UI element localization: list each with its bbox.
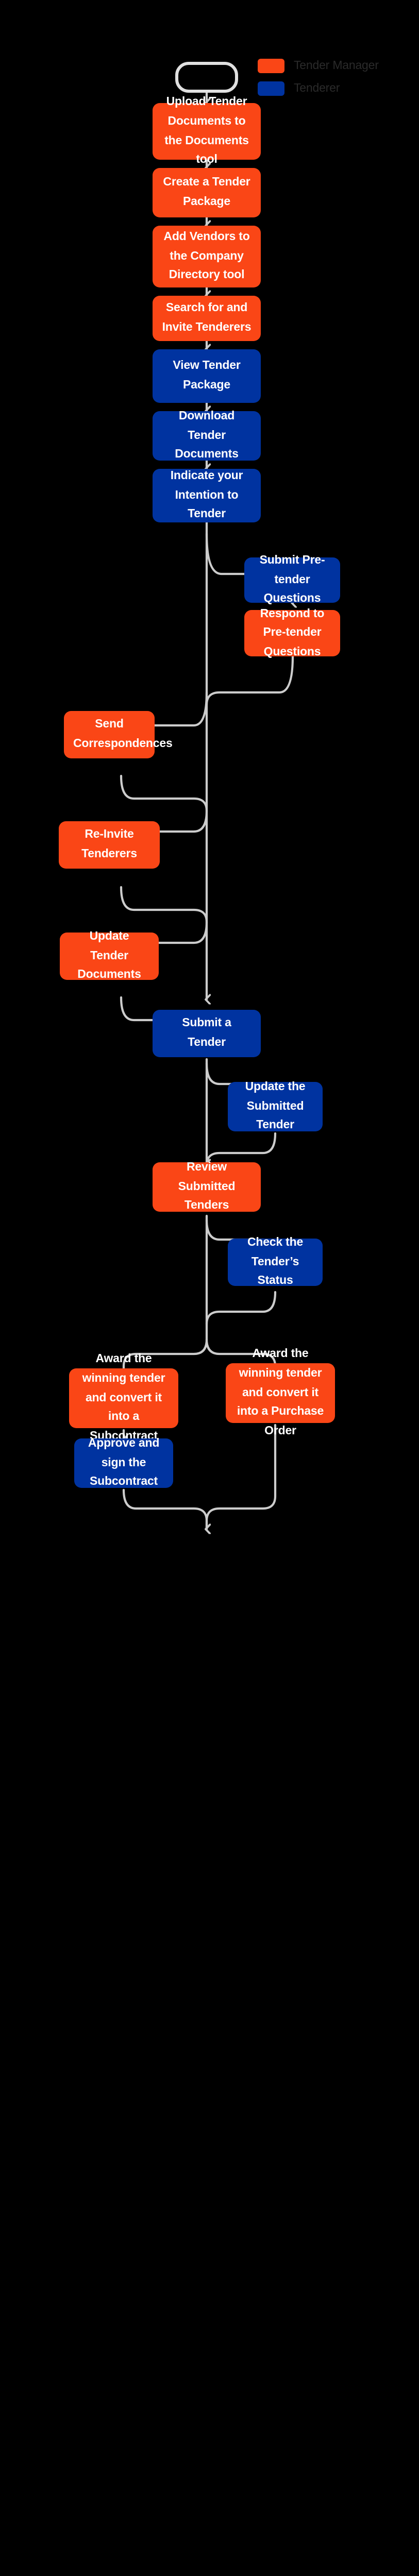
- node-create-tender-package[interactable]: Create a Tender Package: [153, 168, 261, 217]
- node-search-and-invite-tenderers[interactable]: Search for and Invite Tenderers: [153, 296, 261, 341]
- legend-label-tenderer: Tenderer: [294, 82, 340, 95]
- legend-item-tenderer: Tenderer: [258, 81, 379, 96]
- flowchart-diagram: Tender Manager Tenderer Upload Tender Do…: [0, 0, 419, 1670]
- node-add-vendors[interactable]: Add Vendors to the Company Directory too…: [153, 226, 261, 287]
- node-label: Submit Pre-tender Questions: [259, 554, 325, 605]
- node-review-submitted-tenders[interactable]: Review Submitted Tenders: [153, 1161, 261, 1212]
- node-view-tender-package[interactable]: View Tender Package: [153, 349, 261, 403]
- node-label: Award the winning tender and convert it …: [82, 1353, 165, 1443]
- node-check-the-tenders-status[interactable]: Check the Tender’s Status: [228, 1236, 323, 1287]
- legend-swatch-tender-manager: [258, 59, 284, 73]
- node-label: Indicate your Intention to Tender: [170, 470, 243, 521]
- node-update-tender-documents[interactable]: Update Tender Documents: [60, 930, 159, 981]
- node-label: Respond to Pre-tender Questions: [260, 607, 325, 658]
- legend-item-tender-manager: Tender Manager: [258, 59, 379, 73]
- edge-reinvite-return-trunk: [120, 886, 208, 924]
- edge-approve-to-end: [122, 1488, 207, 1529]
- node-label: Create a Tender Package: [163, 176, 250, 208]
- node-award-winning-tender-purchase-order[interactable]: Award the winning tender and convert it …: [226, 1348, 335, 1437]
- node-label: Download Tender Documents: [175, 410, 239, 461]
- node-submit-pre-tender-questions[interactable]: Submit Pre-tender Questions: [244, 554, 340, 605]
- node-label: Check the Tender’s Status: [247, 1236, 304, 1287]
- node-label: Upload Tender Documents to the Documents…: [164, 96, 249, 166]
- node-send-correspondences[interactable]: Send Correspondences: [64, 711, 173, 758]
- node-label: Add Vendors to the Company Directory too…: [163, 231, 250, 282]
- node-label: Review Submitted Tenders: [178, 1161, 236, 1212]
- node-label: Re-Invite Tenderers: [81, 828, 137, 860]
- node-label: Submit a Tender: [182, 1017, 231, 1049]
- node-indicate-intention-to-tender[interactable]: Indicate your Intention to Tender: [153, 469, 261, 522]
- node-re-invite-tenderers[interactable]: Re-Invite Tenderers: [59, 821, 160, 869]
- node-respond-to-pre-tender-questions[interactable]: Respond to Pre-tender Questions: [244, 607, 340, 658]
- legend-label-tender-manager: Tender Manager: [294, 60, 379, 72]
- node-download-tender-documents[interactable]: Download Tender Documents: [153, 410, 261, 461]
- node-label: Award the winning tender and convert it …: [237, 1348, 324, 1437]
- node-upload-tender-documents[interactable]: Upload Tender Documents to the Documents…: [153, 96, 261, 166]
- edge-check-status-return-trunk: [205, 1291, 277, 1326]
- node-label: View Tender Package: [173, 360, 241, 392]
- legend: Tender Manager Tenderer: [258, 59, 379, 96]
- node-label: Update the Submitted Tender: [245, 1081, 306, 1132]
- node-label: Search for and Invite Tenderers: [162, 302, 252, 334]
- node-award-winning-tender-subcontract[interactable]: Award the winning tender and convert it …: [69, 1353, 178, 1443]
- node-label: Send Correspondences: [73, 718, 173, 750]
- node-label: Update Tender Documents: [77, 930, 141, 981]
- node-submit-a-tender[interactable]: Submit a Tender: [153, 1010, 261, 1057]
- legend-swatch-tenderer: [258, 81, 284, 96]
- edge-send-corr-return-trunk: [120, 774, 208, 812]
- edge-respond-q-return-trunk: [205, 655, 294, 706]
- start-terminal: [175, 62, 238, 93]
- node-approve-and-sign-subcontract[interactable]: Approve and sign the Subcontract: [74, 1437, 173, 1488]
- node-update-the-submitted-tender[interactable]: Update the Submitted Tender: [228, 1081, 323, 1132]
- node-label: Approve and sign the Subcontract: [88, 1437, 160, 1488]
